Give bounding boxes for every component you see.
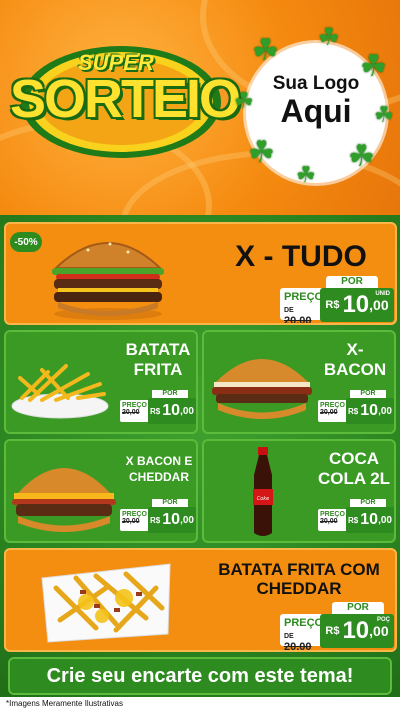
old-price-label: PREÇO bbox=[320, 511, 345, 518]
product-name: BATATA FRITA COM CHEDDAR bbox=[204, 560, 394, 598]
featured-product-card[interactable]: X - TUDO POR PREÇO DE 20,00 R$ 10 ,00 UN… bbox=[4, 222, 397, 325]
product-name: BATATA FRITA bbox=[118, 340, 196, 380]
old-price-label: PREÇO bbox=[320, 402, 345, 409]
old-price-value: 20,00 bbox=[320, 518, 338, 525]
sorteio-title: SORTEIO bbox=[10, 69, 241, 129]
discount-badge: -50% bbox=[10, 232, 42, 252]
product-name-line-1: X BACON E bbox=[125, 454, 193, 468]
disclaimer-text: *Imagens Meramente Ilustrativas bbox=[0, 697, 400, 711]
new-price: R$ 10 ,00 bbox=[346, 398, 394, 424]
product-name: COCA COLA 2L bbox=[314, 449, 394, 489]
product-name-line-1: X- bbox=[346, 340, 364, 359]
price-int: 10 bbox=[162, 511, 181, 528]
product-name-line-1: BATATA bbox=[125, 340, 191, 359]
clover-icon: ☘ bbox=[318, 24, 340, 51]
price-dec: ,00 bbox=[378, 405, 392, 417]
old-price: PREÇO 20,00 bbox=[318, 509, 348, 531]
old-price: PREÇO 20,00 bbox=[120, 400, 150, 422]
clover-icon: ☘ bbox=[296, 162, 316, 187]
price-dec: ,00 bbox=[378, 514, 392, 526]
product-name-line-2: BACON bbox=[323, 360, 387, 379]
old-price: PREÇO DE 20,00 bbox=[280, 614, 324, 650]
burger-image bbox=[52, 242, 164, 320]
price-dec: ,00 bbox=[180, 405, 194, 417]
clover-icon: ☘ bbox=[248, 136, 275, 169]
old-price: PREÇO 20,00 bbox=[120, 509, 150, 531]
price-dec: ,00 bbox=[369, 623, 389, 639]
currency: R$ bbox=[325, 625, 340, 637]
logo-text: Sua Logo Aqui bbox=[246, 73, 386, 129]
svg-text:Coke: Coke bbox=[257, 496, 270, 502]
price-unit: UNID bbox=[375, 291, 390, 297]
currency: R$ bbox=[150, 406, 161, 416]
product-card-x-bacon-cheddar[interactable]: X BACON E CHEDDAR POR PREÇO 20,00 R$ 10 … bbox=[4, 439, 198, 543]
soda-bottle-image: Coke bbox=[253, 447, 273, 536]
currency: R$ bbox=[150, 515, 161, 525]
fries-image bbox=[11, 364, 109, 419]
cheddar-fries-image bbox=[41, 563, 171, 643]
price-int: 10 bbox=[360, 511, 379, 528]
price-int: 10 bbox=[162, 402, 181, 419]
product-name-line-2: FRITA bbox=[133, 360, 183, 379]
old-price: PREÇO 20,00 bbox=[318, 400, 348, 422]
header-banner: SUPER SORTEIO ☘ ☘ ☘ ☘ ☘ ☘ ☘ ☘ Sua Logo A… bbox=[0, 0, 400, 215]
old-price-label: PREÇO bbox=[284, 617, 324, 629]
price-dec: ,00 bbox=[180, 514, 194, 526]
logo-line-1: Sua Logo bbox=[272, 73, 360, 94]
price-int: 10 bbox=[360, 402, 379, 419]
currency: R$ bbox=[325, 299, 340, 311]
new-price: R$ 10 ,00 bbox=[148, 507, 196, 533]
old-price-value: 20,00 bbox=[284, 641, 312, 652]
currency: R$ bbox=[348, 515, 359, 525]
cta-banner[interactable]: Crie seu encarte com este tema! bbox=[8, 657, 392, 695]
logo-line-2: Aqui bbox=[280, 93, 352, 129]
old-price: PREÇO DE 20,00 bbox=[280, 288, 324, 323]
old-price-prefix: DE bbox=[284, 633, 294, 640]
product-card-coca-cola[interactable]: Coke COCA COLA 2L POR PREÇO 20,00 R$ 10 … bbox=[202, 439, 396, 543]
clover-icon: ☘ bbox=[252, 34, 279, 67]
old-price-label: PREÇO bbox=[122, 511, 147, 518]
product-card-x-bacon[interactable]: X- BACON POR PREÇO 20,00 R$ 10 ,00 bbox=[202, 330, 396, 434]
product-name-line-2: CHEDDAR bbox=[129, 470, 189, 484]
burger-image bbox=[12, 468, 116, 532]
product-name: X - TUDO bbox=[235, 240, 367, 273]
old-price-value: 20,00 bbox=[284, 315, 312, 325]
price-int: 10 bbox=[342, 291, 370, 318]
new-price: R$ 10 ,00 bbox=[346, 507, 394, 533]
price-int: 10 bbox=[342, 617, 370, 644]
clover-icon: ☘ bbox=[348, 140, 375, 173]
old-price-label: PREÇO bbox=[284, 291, 324, 303]
new-price: R$ 10 ,00 bbox=[148, 398, 196, 424]
product-name-line-1: BATATA FRITA COM bbox=[218, 560, 380, 579]
price-dec: ,00 bbox=[369, 297, 389, 313]
old-price-label: PREÇO bbox=[122, 402, 147, 409]
product-name-line-1: COCA bbox=[328, 449, 380, 468]
price-unit: POÇ bbox=[376, 617, 390, 623]
old-price-value: 20,00 bbox=[320, 409, 338, 416]
new-price: R$ 10 ,00 UNID bbox=[320, 288, 394, 322]
currency: R$ bbox=[348, 406, 359, 416]
new-price: R$ 10 ,00 POÇ bbox=[320, 614, 394, 648]
old-price-value: 20,00 bbox=[122, 409, 140, 416]
product-name: X- BACON bbox=[318, 340, 392, 380]
old-price-prefix: DE bbox=[284, 307, 294, 314]
product-name-line-2: CHEDDAR bbox=[256, 579, 342, 598]
product-card-batata-frita[interactable]: BATATA FRITA POR PREÇO 20,00 R$ 10 ,00 bbox=[4, 330, 198, 434]
product-card-batata-cheddar[interactable]: BATATA FRITA COM CHEDDAR POR PREÇO DE 20… bbox=[4, 548, 397, 652]
burger-image bbox=[212, 359, 312, 419]
product-name: X BACON E CHEDDAR bbox=[120, 453, 196, 485]
old-price-value: 20,00 bbox=[122, 518, 140, 525]
product-name-line-2: COLA 2L bbox=[317, 469, 391, 488]
